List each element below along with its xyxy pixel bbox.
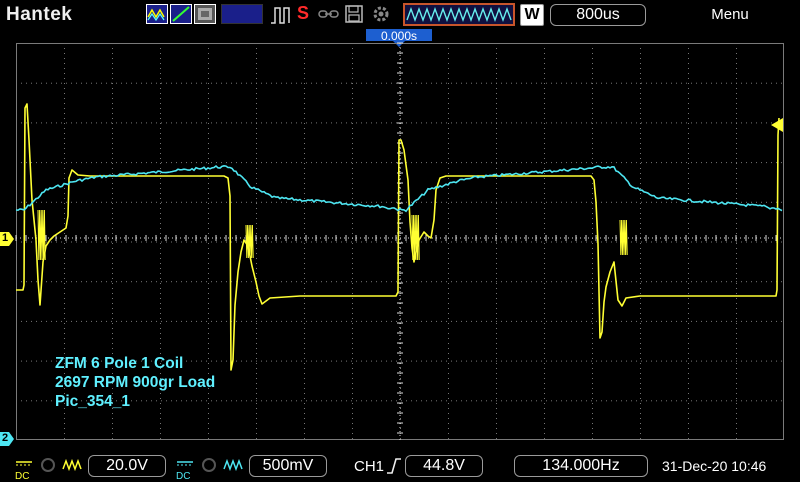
overlay-line-1: ZFM 6 Pole 1 Coil <box>55 355 184 372</box>
frequency-readout: 134.000Hz <box>514 455 648 477</box>
ch1-ringing <box>619 219 628 256</box>
bottom-status-bar: DC 20.0V DC 500mV CH1 44.8V 134.000Hz 31… <box>0 450 800 482</box>
ch2-coupling-icon[interactable]: DC <box>176 454 194 482</box>
overlay-line-2: 2697 RPM 900gr Load <box>55 374 216 391</box>
ch1-ground-marker[interactable]: 1 <box>0 232 15 251</box>
ch2-invert-icon <box>223 457 243 478</box>
overlay-line-3: Pic_354_1 <box>55 393 130 410</box>
ch2-ground-marker[interactable]: 2 <box>0 432 15 451</box>
ch2-scale[interactable]: 500mV <box>249 455 327 477</box>
trigger-level[interactable]: 44.8V <box>405 455 483 477</box>
ch2-coupling-label: DC <box>176 471 191 482</box>
ch1-ringing <box>245 224 254 259</box>
ch1-invert-icon <box>62 457 82 478</box>
rising-edge-icon[interactable] <box>386 456 402 481</box>
ch2-bandwidth-icon <box>199 457 219 478</box>
ch1-ringing <box>37 209 46 261</box>
ch1-bandwidth-icon <box>38 457 58 478</box>
date-time: 31-Dec-20 10:46 <box>662 458 767 474</box>
ch1-trace <box>16 103 780 371</box>
ch1-scale[interactable]: 20.0V <box>88 455 166 477</box>
ch1-coupling-label: DC <box>15 471 30 482</box>
ch1-coupling-icon[interactable]: DC <box>15 454 33 482</box>
ch1-ringing <box>411 214 420 261</box>
trigger-level-marker[interactable] <box>771 118 783 137</box>
trigger-source[interactable]: CH1 <box>354 458 384 475</box>
